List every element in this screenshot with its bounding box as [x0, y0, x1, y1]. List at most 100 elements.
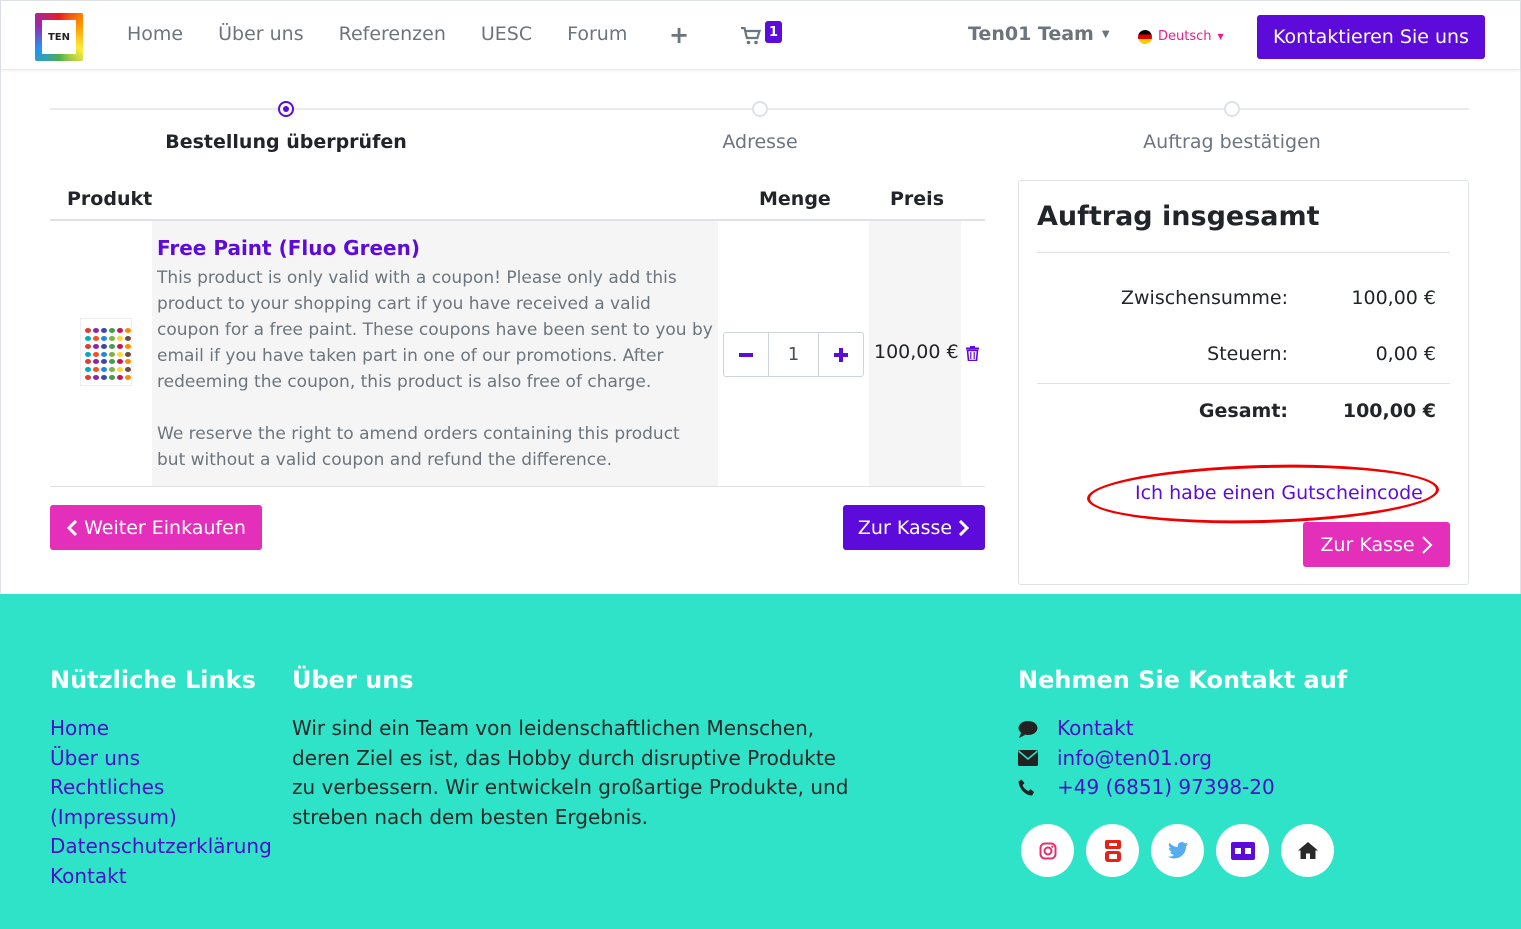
paint-swatch	[101, 343, 107, 349]
summary-divider-bottom	[1037, 383, 1450, 384]
trash-icon[interactable]	[966, 346, 979, 365]
continue-shopping-label: Weiter Einkaufen	[84, 516, 246, 539]
paint-swatch	[125, 351, 131, 357]
paint-swatch	[117, 367, 123, 373]
paint-swatch	[85, 328, 91, 333]
paint-swatch	[125, 343, 131, 349]
paint-swatch	[117, 375, 123, 381]
summary-checkout-label: Zur Kasse	[1320, 533, 1415, 556]
paint-swatch	[93, 351, 99, 357]
paint-swatch	[85, 351, 91, 357]
table-bottom-divider	[50, 486, 985, 487]
paint-swatch	[85, 335, 91, 341]
twitter-icon[interactable]	[1151, 824, 1204, 877]
subtotal-value: 100,00 €	[1351, 287, 1436, 309]
paint-swatch	[85, 359, 91, 365]
total-value: 100,00 €	[1342, 400, 1436, 422]
total-label: Gesamt:	[1198, 400, 1288, 422]
summary-divider-top	[1037, 252, 1450, 253]
footer-link-contact[interactable]: Kontakt	[50, 862, 280, 892]
plus-icon	[834, 347, 848, 362]
contact-us-button[interactable]: Kontaktieren Sie uns	[1257, 15, 1485, 59]
paint-swatch	[93, 335, 99, 341]
paint-swatch	[109, 343, 115, 349]
paint-swatch	[125, 375, 131, 381]
footer-contact-row: Kontakt	[1018, 714, 1275, 744]
instagram-icon[interactable]	[1021, 824, 1074, 877]
footer-contact-link[interactable]: Kontakt	[1057, 714, 1134, 744]
continue-shopping-button[interactable]: Weiter Einkaufen	[50, 505, 262, 550]
footer-link-privacy[interactable]: Datenschutzerklärung	[50, 832, 280, 862]
footer-links-heading: Nützliche Links	[50, 666, 256, 694]
coupon-code-link[interactable]: Ich habe einen Gutscheincode	[1135, 482, 1423, 504]
product-description-main: This product is only valid with a coupon…	[157, 268, 713, 392]
column-header-price: Preis	[890, 188, 945, 210]
paint-swatch	[85, 367, 91, 373]
paint-swatch	[117, 343, 123, 349]
nav-link-forum[interactable]: Forum	[567, 23, 627, 45]
home-icon[interactable]	[1281, 824, 1334, 877]
paint-swatch	[93, 359, 99, 365]
paint-swatch	[101, 335, 107, 341]
footer-contact-list: Kontakt info@ten01.org +49 (6851) 97398-…	[1018, 714, 1275, 803]
paint-swatch	[125, 367, 131, 373]
paint-swatch	[101, 328, 107, 333]
language-dropdown[interactable]: Deutsch ▼	[1138, 29, 1224, 44]
increase-quantity-button[interactable]	[819, 333, 863, 376]
german-flag-icon	[1138, 29, 1152, 44]
nav-link-home[interactable]: Home	[127, 23, 183, 45]
step-label-review: Bestellung überprüfen	[165, 131, 407, 153]
footer-link-home[interactable]: Home	[50, 714, 280, 744]
team-dropdown-label: Ten01 Team	[968, 23, 1094, 45]
chevron-right-icon	[1421, 535, 1432, 554]
paint-swatch	[109, 367, 115, 373]
footer-link-legal[interactable]: Rechtliches (Impressum)	[50, 773, 280, 832]
paint-swatch	[109, 328, 115, 333]
paint-swatch	[101, 367, 107, 373]
footer-email-link[interactable]: info@ten01.org	[1057, 744, 1212, 774]
footer-phone-link[interactable]: +49 (6851) 97398-20	[1057, 773, 1275, 803]
paint-swatch	[117, 359, 123, 365]
column-header-product: Produkt	[67, 188, 153, 210]
column-header-quantity: Menge	[759, 188, 831, 210]
footer: Nützliche Links Home Über uns Rechtliche…	[0, 594, 1521, 929]
plus-icon[interactable]: +	[669, 21, 689, 49]
paint-swatch	[117, 335, 123, 341]
comment-icon	[1018, 720, 1057, 738]
envelope-icon	[1018, 750, 1057, 767]
caret-down-icon: ▼	[1217, 32, 1224, 41]
team-dropdown[interactable]: Ten01 Team ▼	[968, 23, 1110, 45]
footer-contact-heading: Nehmen Sie Kontakt auf	[1018, 666, 1348, 694]
nav-links: Home Über uns Referenzen UESC Forum	[127, 23, 662, 45]
nav-link-about[interactable]: Über uns	[218, 23, 304, 45]
paint-swatch	[85, 375, 91, 381]
paint-swatch	[93, 375, 99, 381]
product-title-link[interactable]: Free Paint (Fluo Green)	[157, 236, 420, 260]
paint-swatch	[117, 328, 123, 333]
checkout-label: Zur Kasse	[857, 516, 953, 539]
nav-link-references[interactable]: Referenzen	[339, 23, 446, 45]
summary-checkout-button[interactable]: Zur Kasse	[1303, 522, 1450, 567]
paint-swatch	[101, 351, 107, 357]
phone-icon	[1018, 779, 1057, 797]
step-dot-address	[752, 101, 768, 117]
paint-swatch	[101, 375, 107, 381]
nav-link-uesc[interactable]: UESC	[481, 23, 532, 45]
cart-count-badge: 1	[765, 21, 782, 43]
logo[interactable]: TEN	[35, 13, 83, 61]
footer-about-text: Wir sind ein Team von leidenschaftlichen…	[292, 716, 849, 829]
footer-phone-row: +49 (6851) 97398-20	[1018, 773, 1275, 803]
product-image[interactable]	[80, 318, 132, 386]
cart-icon[interactable]	[741, 26, 761, 50]
youtube-icon[interactable]	[1086, 824, 1139, 877]
paint-swatch	[125, 335, 131, 341]
step-dot-review	[278, 101, 294, 117]
paint-swatch	[109, 375, 115, 381]
footer-link-about[interactable]: Über uns	[50, 744, 280, 774]
decrease-quantity-button[interactable]	[724, 333, 768, 376]
quantity-input[interactable]: 1	[768, 333, 819, 376]
checkout-button[interactable]: Zur Kasse	[843, 505, 985, 550]
myminifactory-icon[interactable]	[1216, 824, 1269, 877]
subtotal-label: Zwischensumme:	[1120, 287, 1288, 309]
product-description: This product is only valid with a coupon…	[157, 265, 713, 473]
